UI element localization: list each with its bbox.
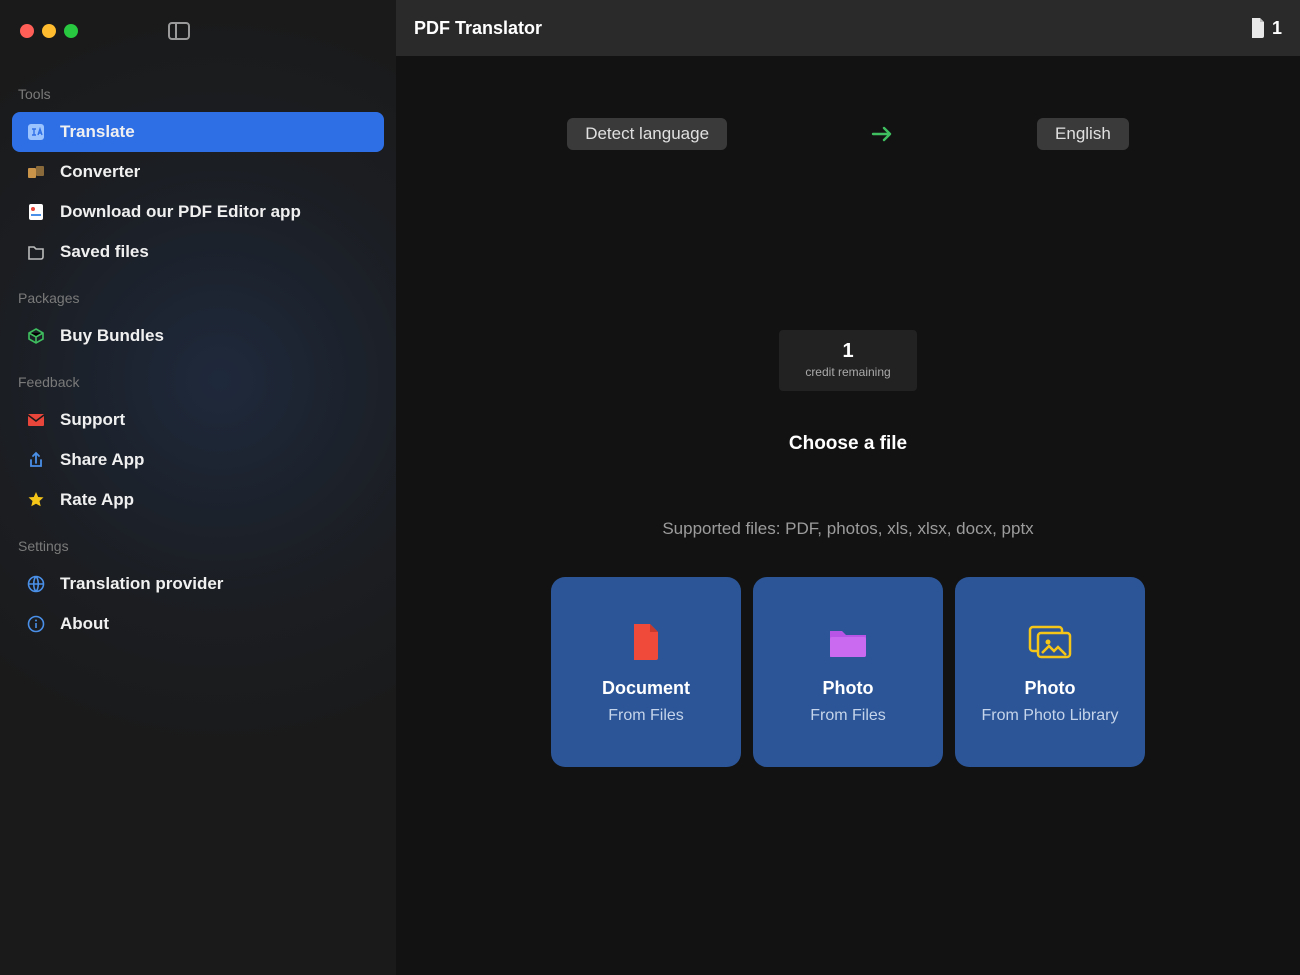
sidebar-item-label: Support (60, 410, 125, 430)
package-icon (26, 326, 46, 346)
folder-colored-icon (828, 620, 868, 664)
center-area: 1 credit remaining Choose a file Support… (396, 330, 1300, 767)
sidebar-item-label: Download our PDF Editor app (60, 202, 301, 222)
translate-icon (26, 122, 46, 142)
sidebar-item-label: Translate (60, 122, 135, 142)
star-icon (26, 490, 46, 510)
section-label-packages: Packages (12, 272, 384, 316)
sidebar-item-rate-app[interactable]: Rate App (12, 480, 384, 520)
toggle-sidebar-icon[interactable] (168, 22, 190, 40)
card-subtitle: From Files (810, 707, 886, 725)
info-icon (26, 614, 46, 634)
file-source-cards: Document From Files Photo From Files Pho… (551, 577, 1145, 767)
window-controls (12, 14, 384, 68)
page-title: PDF Translator (414, 18, 542, 39)
document-icon (631, 620, 661, 664)
share-icon (26, 450, 46, 470)
close-window-button[interactable] (20, 24, 34, 38)
sidebar-item-about[interactable]: About (12, 604, 384, 644)
sidebar: Tools Translate Converter Download our P… (0, 0, 396, 975)
sidebar-item-support[interactable]: Support (12, 400, 384, 440)
card-title: Photo (1025, 678, 1076, 699)
globe-icon (26, 574, 46, 594)
file-count-value: 1 (1272, 18, 1282, 39)
card-subtitle: From Files (608, 707, 684, 725)
sidebar-item-label: Converter (60, 162, 140, 182)
credit-label: credit remaining (805, 365, 890, 379)
minimize-window-button[interactable] (42, 24, 56, 38)
mail-icon (26, 410, 46, 430)
sidebar-item-label: About (60, 614, 109, 634)
photo-library-icon (1028, 620, 1072, 664)
card-document-from-files[interactable]: Document From Files (551, 577, 741, 767)
card-title: Document (602, 678, 690, 699)
card-title: Photo (823, 678, 874, 699)
target-language-button[interactable]: English (1037, 118, 1129, 150)
credit-box: 1 credit remaining (779, 330, 916, 391)
sidebar-item-buy-bundles[interactable]: Buy Bundles (12, 316, 384, 356)
sidebar-item-label: Saved files (60, 242, 149, 262)
sidebar-item-translation-provider[interactable]: Translation provider (12, 564, 384, 604)
sidebar-item-translate[interactable]: Translate (12, 112, 384, 152)
card-photo-from-files[interactable]: Photo From Files (753, 577, 943, 767)
file-count-indicator[interactable]: 1 (1250, 18, 1282, 39)
sidebar-item-converter[interactable]: Converter (12, 152, 384, 192)
card-photo-from-library[interactable]: Photo From Photo Library (955, 577, 1145, 767)
sidebar-item-saved-files[interactable]: Saved files (12, 232, 384, 272)
sidebar-item-label: Share App (60, 450, 144, 470)
sidebar-item-download-editor[interactable]: Download our PDF Editor app (12, 192, 384, 232)
pdf-editor-icon (26, 202, 46, 222)
supported-files-text: Supported files: PDF, photos, xls, xlsx,… (662, 519, 1033, 539)
section-label-tools: Tools (12, 68, 384, 112)
sidebar-item-label: Rate App (60, 490, 134, 510)
sidebar-item-label: Translation provider (60, 574, 223, 594)
arrow-right-icon (867, 126, 897, 142)
language-selector-row: Detect language English (396, 56, 1300, 150)
section-label-settings: Settings (12, 520, 384, 564)
main-content: PDF Translator 1 Detect language English… (396, 0, 1300, 975)
file-icon (1250, 18, 1266, 38)
folder-icon (26, 242, 46, 262)
sidebar-item-share-app[interactable]: Share App (12, 440, 384, 480)
section-label-feedback: Feedback (12, 356, 384, 400)
card-subtitle: From Photo Library (982, 707, 1119, 725)
sidebar-item-label: Buy Bundles (60, 326, 164, 346)
titlebar: PDF Translator 1 (396, 0, 1300, 56)
choose-file-heading: Choose a file (789, 433, 907, 455)
credit-value: 1 (805, 340, 890, 363)
converter-icon (26, 162, 46, 182)
source-language-button[interactable]: Detect language (567, 118, 727, 150)
fullscreen-window-button[interactable] (64, 24, 78, 38)
